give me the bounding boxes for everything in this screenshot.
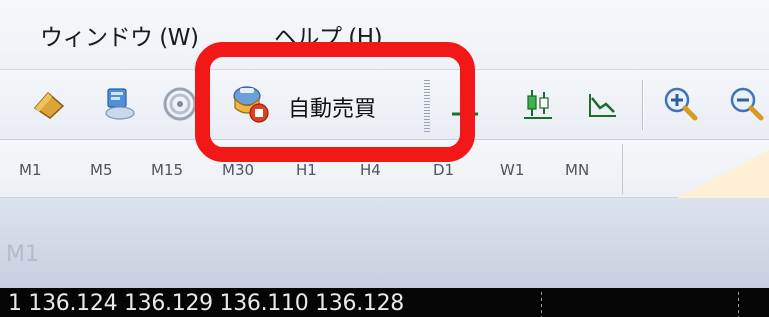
chart-title-band [0,198,769,288]
timeframe-h4[interactable]: H4 [360,161,381,179]
terminal-window: ウィンドウ (W) ヘルプ (H) 自動売買 M1 M5 M15 M30 H1 … [0,0,769,317]
timeframe-m30[interactable]: M30 [222,161,254,179]
timeframe-w1[interactable]: W1 [500,161,524,179]
timeframe-h1[interactable]: H1 [296,161,317,179]
line-chart-icon[interactable] [582,84,622,124]
ohlc-readout: 1 136.124 136.129 136.110 136.128 [8,291,404,316]
timeframe-mn[interactable]: MN [565,161,589,179]
timeframe-m15[interactable]: M15 [151,161,183,179]
chart-grid-line [541,292,542,317]
navigator-icon[interactable] [100,84,140,124]
zoom-in-icon[interactable] [660,84,700,124]
highlight-annotation [195,42,475,162]
chart-caption: M1 [6,242,39,267]
zoom-out-icon[interactable] [726,84,766,124]
signal-icon[interactable] [160,84,200,124]
eraser-icon[interactable] [30,84,70,124]
toolbar-separator [642,80,644,130]
candlestick-icon[interactable] [518,84,558,124]
window-corner-decoration [669,150,769,202]
timeframe-m1[interactable]: M1 [19,161,42,179]
timeframe-separator [622,144,623,194]
menu-window[interactable]: ウィンドウ (W) [40,18,199,52]
timeframe-m5[interactable]: M5 [90,161,113,179]
chart-grid-line [738,292,739,317]
timeframe-d1[interactable]: D1 [433,161,454,179]
